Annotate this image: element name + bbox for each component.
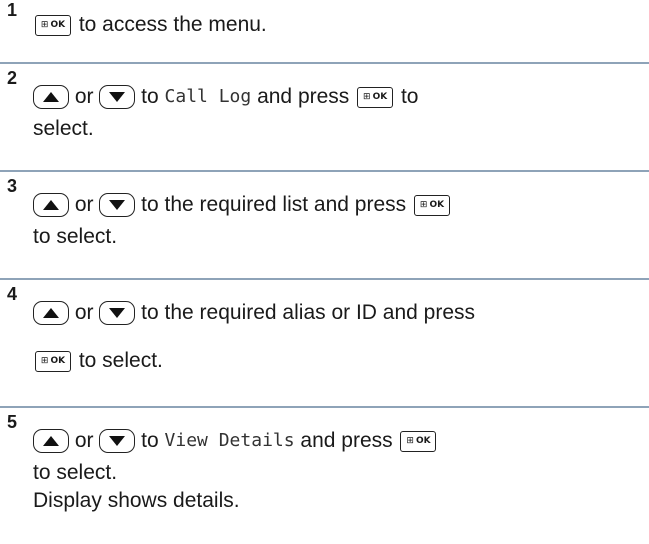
instruction-text: to [135, 429, 165, 452]
instruction-text: to [395, 85, 419, 108]
instruction-text: select. [33, 117, 94, 140]
ok-key-label: OK [50, 356, 66, 366]
step-text-line: or to Call Log and press ⊞ OK to [33, 83, 419, 111]
step-number: 5 [7, 412, 18, 432]
menu-grid-icon: ⊞ [40, 356, 49, 366]
menu-grid-icon: ⊞ [363, 92, 371, 102]
ok-key-icon: ⊞ OK [357, 86, 394, 108]
step-text-line: Display shows details. [33, 487, 240, 515]
step-text-line: to select. [33, 459, 117, 487]
step-divider [0, 170, 649, 172]
down-arrow-key-icon [99, 301, 136, 325]
step-text-line: ⊞ OK to select. [33, 347, 163, 375]
ok-key-label: OK [372, 92, 388, 102]
up-arrow-key-icon [33, 429, 69, 453]
step-divider [0, 278, 649, 280]
instruction-text: to the required list and press [135, 193, 412, 216]
instruction-text: or [69, 301, 100, 324]
ok-key-label: OK [415, 436, 431, 446]
step-text-line: select. [33, 115, 94, 143]
step-divider [0, 62, 649, 64]
ok-key-icon: ⊞ OK [414, 194, 450, 216]
menu-item-name: View Details [164, 430, 295, 451]
instruction-text: to select. [73, 349, 163, 372]
step-divider [0, 406, 649, 408]
ok-key-icon: ⊞ OK [35, 14, 71, 36]
instruction-text: to select. [33, 225, 118, 248]
step-text-line: ⊞ OK to access the menu. [33, 11, 267, 39]
instruction-text: or [69, 85, 100, 108]
menu-item-name: Call Log [164, 86, 252, 107]
step-number: 1 [7, 0, 18, 20]
instruction-text: and press [251, 85, 356, 108]
down-arrow-key-icon [99, 85, 136, 109]
step-number: 2 [7, 68, 18, 88]
down-arrow-key-icon [99, 193, 136, 217]
ok-key-label: OK [50, 20, 66, 30]
ok-key-label: OK [429, 200, 445, 210]
instruction-text: to select. [33, 461, 118, 484]
instruction-text: to access the menu. [73, 13, 267, 36]
instruction-text: or [69, 193, 100, 216]
instruction-text: to the required alias or ID and press [135, 301, 476, 324]
instruction-text: to [135, 85, 165, 108]
step-text-line: to select. [33, 223, 117, 251]
ok-key-icon: ⊞ OK [35, 350, 71, 372]
instruction-text: Display shows details. [33, 489, 240, 512]
instruction-text: or [69, 429, 100, 452]
up-arrow-key-icon [33, 301, 69, 325]
menu-grid-icon: ⊞ [406, 436, 414, 446]
step-text-line: or to View Details and press ⊞ OK [33, 427, 438, 455]
step-number: 3 [7, 176, 18, 196]
menu-grid-icon: ⊞ [40, 20, 49, 30]
step-text-line: or to the required list and press ⊞ OK [33, 191, 452, 219]
instruction-text: and press [294, 429, 399, 452]
ok-key-icon: ⊞ OK [400, 430, 437, 452]
down-arrow-key-icon [99, 429, 136, 453]
step-number: 4 [7, 284, 18, 304]
up-arrow-key-icon [33, 193, 69, 217]
up-arrow-key-icon [33, 85, 69, 109]
step-text-line: or to the required alias or ID and press [33, 299, 475, 327]
menu-grid-icon: ⊞ [419, 200, 428, 210]
